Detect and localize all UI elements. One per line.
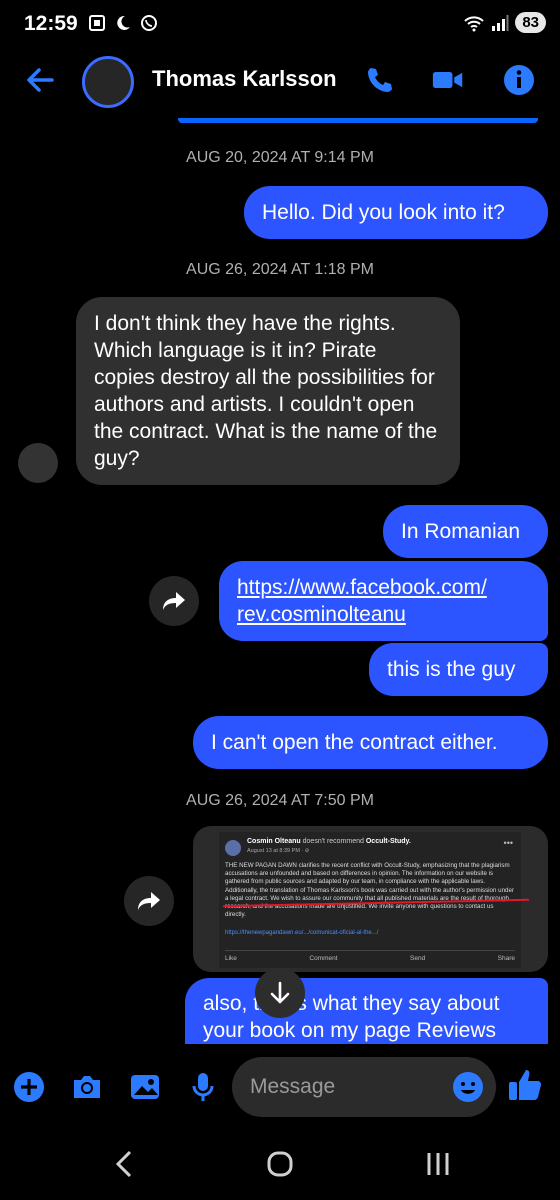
forward-button[interactable] <box>124 876 174 926</box>
post-author: Cosmin Olteanu <box>247 838 301 845</box>
shared-image-attachment[interactable]: Cosmin Olteanu doesn't recommend Occult-… <box>193 826 548 972</box>
timestamp: AUG 20, 2024 AT 9:14 PM <box>186 149 374 166</box>
message-line2: your book on my page Reviews <box>203 1019 496 1042</box>
message-placeholder: Message <box>250 1075 336 1098</box>
outgoing-message[interactable]: Hello. Did you look into it? <box>244 186 548 239</box>
scroll-to-bottom-button[interactable] <box>255 968 305 1018</box>
share-action: Share <box>497 955 515 962</box>
send-action: Send <box>410 955 426 962</box>
post-menu-icon: ••• <box>503 838 513 848</box>
outgoing-message[interactable]: this is the guy <box>369 643 548 696</box>
facebook-link-line1[interactable]: https://www.facebook.com/ <box>237 574 530 601</box>
timestamp: AUG 26, 2024 AT 7:50 PM <box>186 792 374 809</box>
facebook-link-line2[interactable]: rev.cosminolteanu <box>237 601 530 628</box>
message-input[interactable]: Message <box>232 1057 496 1117</box>
nav-recents-icon[interactable] <box>424 1148 454 1180</box>
nav-back-icon[interactable] <box>112 1148 136 1180</box>
forward-icon <box>163 592 185 610</box>
nav-home-icon[interactable] <box>266 1148 296 1180</box>
status-icons <box>88 14 158 32</box>
gallery-icon[interactable] <box>128 1070 162 1104</box>
signal-icon <box>492 14 509 31</box>
moon-icon <box>117 15 130 30</box>
screenshot-icon <box>89 15 105 31</box>
phone-icon[interactable] <box>364 64 396 96</box>
microphone-icon[interactable] <box>186 1070 220 1104</box>
like-action: Like <box>225 955 237 962</box>
sender-avatar[interactable] <box>18 443 58 483</box>
status-time: 12:59 <box>24 12 78 35</box>
wifi-icon <box>464 15 485 31</box>
previous-message-edge <box>178 118 538 123</box>
post-page: Occult-Study. <box>365 838 411 845</box>
outgoing-message[interactable]: I can't open the contract either. <box>193 716 548 769</box>
forward-icon <box>138 892 160 910</box>
outgoing-link-message[interactable]: https://www.facebook.com/ rev.cosminolte… <box>219 561 548 641</box>
arrow-down-icon <box>270 981 290 1004</box>
comment-action: Comment <box>309 955 338 962</box>
post-link: https://thenewpagandawn.eu/.../comunicat… <box>225 930 379 936</box>
post-author-avatar <box>225 840 241 856</box>
contact-name[interactable]: Thomas Karlsson <box>152 66 337 92</box>
thumbs-up-icon[interactable] <box>506 1066 544 1104</box>
timestamp: AUG 26, 2024 AT 1:18 PM <box>186 261 374 278</box>
post-date: August 13 at 8:39 PM · ⊘ <box>247 848 310 854</box>
message-line1: also, this is what they say about <box>203 992 500 1015</box>
outgoing-message[interactable]: also, this is what they say about your b… <box>185 978 548 1044</box>
back-arrow-icon[interactable] <box>22 62 58 98</box>
outgoing-message[interactable]: In Romanian <box>383 505 548 558</box>
post-recommend: doesn't recommend <box>302 838 364 845</box>
video-call-icon[interactable] <box>432 64 464 96</box>
post-body: THE NEW PAGAN DAWN clarifies the recent … <box>225 862 514 919</box>
whatsapp-icon <box>141 15 157 31</box>
plus-icon[interactable] <box>12 1070 46 1104</box>
post-actions: Like Comment Send Share <box>225 950 515 962</box>
emoji-icon[interactable] <box>452 1071 484 1103</box>
contact-avatar[interactable] <box>82 56 134 108</box>
status-right: 83 <box>463 12 546 33</box>
forward-button[interactable] <box>149 576 199 626</box>
incoming-message[interactable]: I don't think they have the rights. Whic… <box>76 297 460 485</box>
info-icon[interactable] <box>503 64 535 96</box>
camera-icon[interactable] <box>70 1070 104 1104</box>
facebook-post-screenshot: Cosmin Olteanu doesn't recommend Occult-… <box>219 832 529 968</box>
battery-indicator: 83 <box>515 12 546 33</box>
